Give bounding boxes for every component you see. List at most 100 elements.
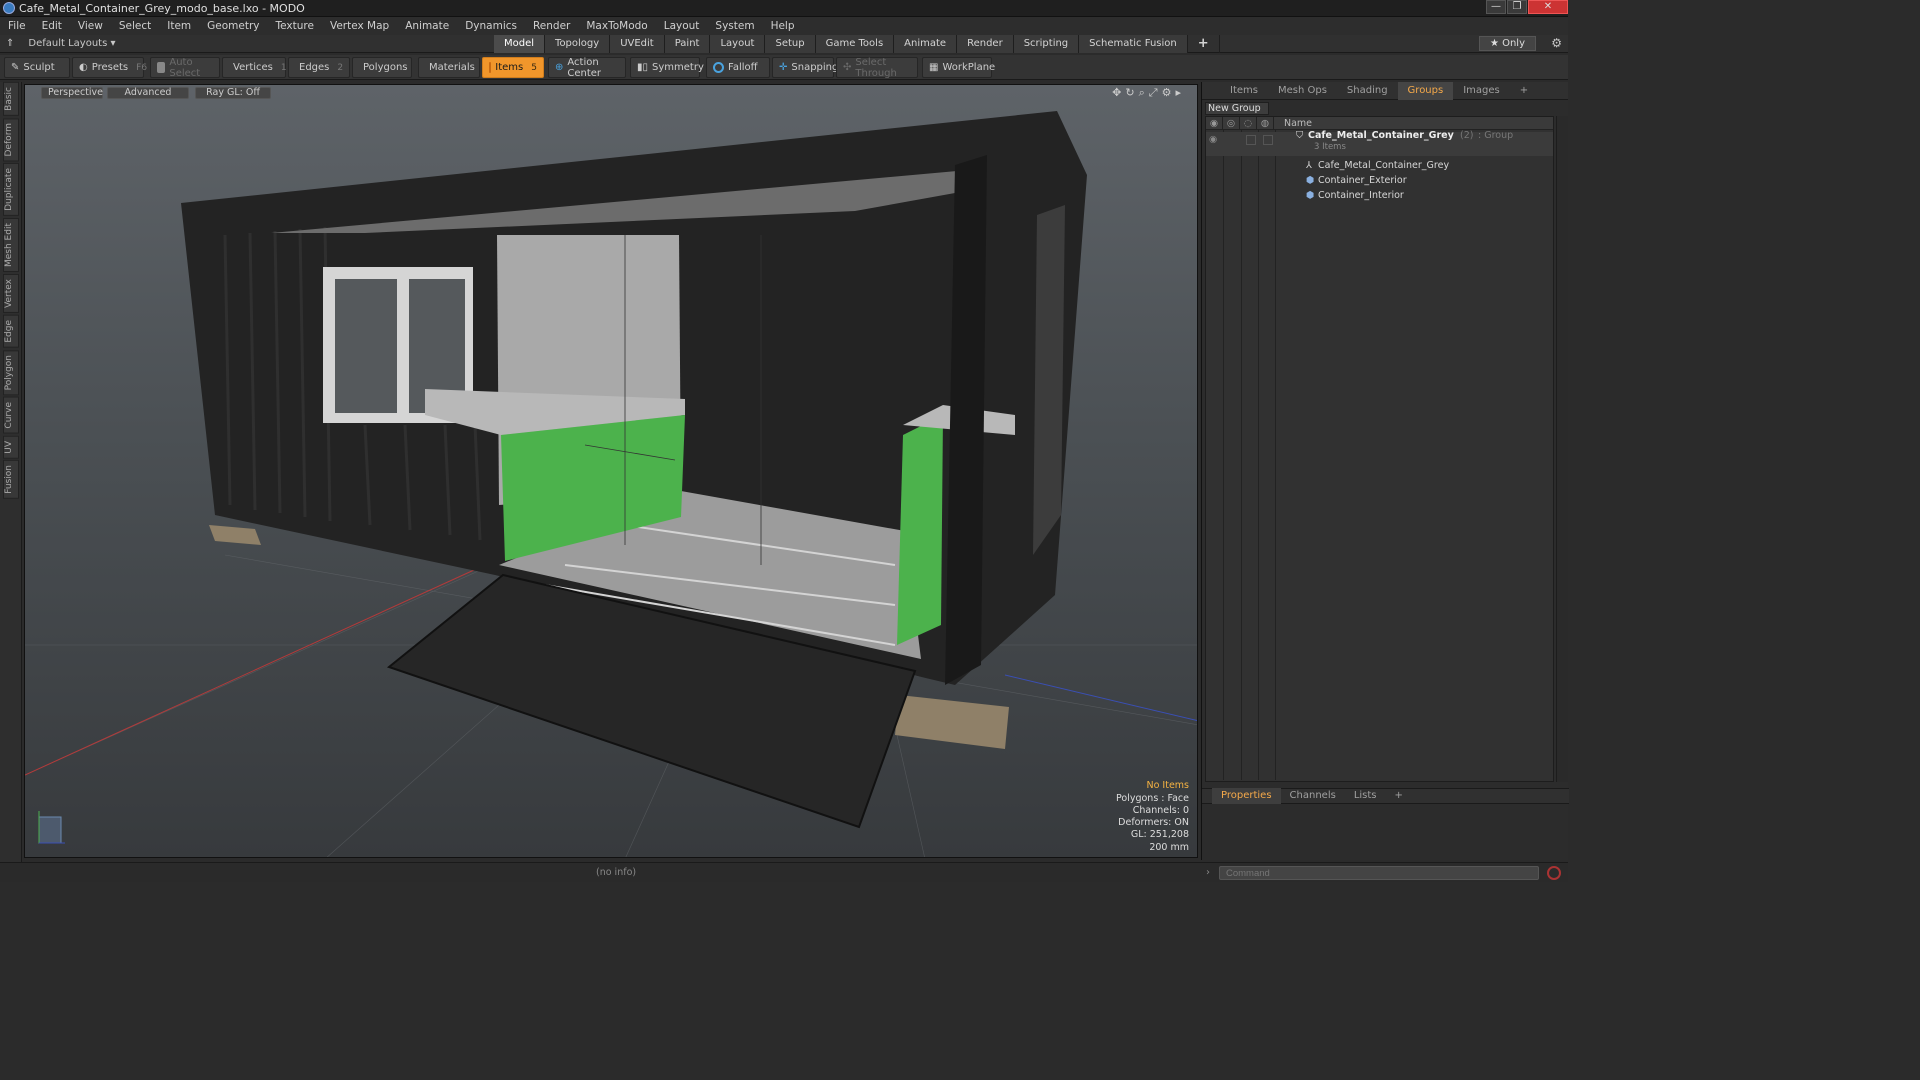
group-row[interactable]: ◉ ⛉ Cafe_Metal_Container_Grey (2) : Grou…	[1206, 130, 1553, 156]
tab-channels[interactable]: Channels	[1281, 788, 1345, 804]
groups-scrollbar[interactable]	[1556, 116, 1568, 782]
tab-schematic-fusion[interactable]: Schematic Fusion	[1079, 34, 1188, 53]
tab-render[interactable]: Render	[957, 34, 1014, 53]
tab-model[interactable]: Model	[494, 34, 546, 53]
sidetab-edge[interactable]: Edge	[2, 315, 19, 348]
name-column-header[interactable]: Name	[1274, 117, 1312, 129]
sidetab-uv[interactable]: UV	[2, 435, 19, 459]
vertices-button[interactable]: Vertices 1	[222, 57, 287, 78]
menu-help[interactable]: Help	[763, 20, 803, 32]
menu-layout[interactable]: Layout	[656, 20, 708, 32]
visibility-col-icon[interactable]: ◉	[1206, 117, 1223, 129]
group-item-row[interactable]: ⬢ Container_Interior	[1206, 188, 1553, 203]
menu-vertex-map[interactable]: Vertex Map	[322, 20, 397, 32]
select-col-icon[interactable]: ◌	[1240, 117, 1257, 129]
rotate-icon[interactable]: ↻	[1125, 86, 1134, 100]
tab-topology[interactable]: Topology	[545, 34, 611, 53]
menu-system[interactable]: System	[707, 20, 762, 32]
layout-tabs: Model Topology UVEdit Paint Layout Setup…	[494, 34, 1220, 53]
sculpt-button[interactable]: ✎ Sculpt	[4, 57, 70, 78]
polygons-button[interactable]: Polygons	[352, 57, 412, 78]
lock-col-icon[interactable]: ◎	[1223, 117, 1240, 129]
command-record-icon[interactable]	[1547, 866, 1561, 880]
menu-edit[interactable]: Edit	[34, 20, 70, 32]
tab-setup[interactable]: Setup	[765, 34, 816, 53]
sidetab-mesh-edit[interactable]: Mesh Edit	[2, 218, 19, 273]
sidetab-deform[interactable]: Deform	[2, 117, 19, 162]
sidetab-polygon[interactable]: Polygon	[2, 349, 19, 396]
zoom-icon[interactable]: ⌕	[1139, 86, 1145, 100]
gear-icon[interactable]: ⚙	[1551, 36, 1562, 50]
minimize-button[interactable]: —	[1486, 0, 1506, 14]
menu-maxtomodo[interactable]: MaxToModo	[578, 20, 655, 32]
hud-polygons: Polygons : Face	[1116, 792, 1189, 804]
sidetab-fusion[interactable]: Fusion	[2, 460, 19, 500]
group-item-row[interactable]: ⅄ Cafe_Metal_Container_Grey	[1206, 158, 1553, 173]
menu-geometry[interactable]: Geometry	[199, 20, 267, 32]
presets-button[interactable]: ◐ Presets F6	[72, 57, 147, 78]
edges-button[interactable]: Edges 2	[288, 57, 350, 78]
eye-icon[interactable]: ◉	[1209, 132, 1217, 147]
add-tab-button[interactable]: +	[1188, 34, 1220, 53]
add-properties-tab-button[interactable]: +	[1386, 788, 1412, 804]
container-model-render	[25, 111, 1197, 857]
sidetab-vertex[interactable]: Vertex	[2, 274, 19, 314]
tab-shading[interactable]: Shading	[1337, 82, 1398, 100]
sidetab-basic[interactable]: Basic	[2, 82, 19, 116]
menu-texture[interactable]: Texture	[268, 20, 322, 32]
menu-dynamics[interactable]: Dynamics	[457, 20, 525, 32]
auto-select-button[interactable]: Auto Select	[150, 57, 220, 79]
groups-list: ◉ ◎ ◌ ◍ Name ◉ ⛉ Cafe_Metal_Container_Gr…	[1205, 116, 1554, 782]
pan-icon[interactable]: ✥	[1112, 86, 1121, 100]
workplane-button[interactable]: ▦ WorkPlane	[922, 57, 995, 78]
items-button[interactable]: Items 5	[482, 57, 544, 78]
viewport-expand-icon[interactable]: ▸	[1175, 86, 1181, 100]
raygl-button[interactable]: Ray GL: Off	[195, 87, 271, 99]
layout-pin-icon[interactable]: ⇑	[6, 38, 14, 49]
menu-view[interactable]: View	[70, 20, 111, 32]
fit-icon[interactable]: ⤢	[1149, 86, 1158, 100]
tab-uvedit[interactable]: UVEdit	[610, 34, 665, 53]
close-button[interactable]: ✕	[1528, 0, 1568, 14]
group-item-row[interactable]: ⬢ Container_Exterior	[1206, 173, 1553, 188]
tab-groups[interactable]: Groups	[1397, 81, 1454, 100]
tab-paint[interactable]: Paint	[664, 34, 711, 53]
tab-animate[interactable]: Animate	[894, 34, 958, 53]
sidetab-curve[interactable]: Curve	[2, 397, 19, 434]
view-mode-button[interactable]: Perspective	[41, 87, 103, 99]
action-center-icon: ⊕	[555, 62, 564, 73]
tab-properties[interactable]: Properties	[1212, 788, 1281, 804]
tab-items[interactable]: Items	[1220, 82, 1268, 100]
sidetab-duplicate[interactable]: Duplicate	[2, 163, 19, 217]
maximize-button[interactable]: ❐	[1507, 0, 1527, 14]
tab-game-tools[interactable]: Game Tools	[815, 34, 895, 53]
menu-select[interactable]: Select	[111, 20, 159, 32]
layouts-dropdown[interactable]: Default Layouts ▾	[28, 38, 115, 49]
menu-item[interactable]: Item	[159, 20, 199, 32]
only-button[interactable]: ★ Only	[1478, 36, 1536, 51]
tab-scripting[interactable]: Scripting	[1013, 34, 1080, 53]
3d-viewport[interactable]: Perspective Advanced Ray GL: Off ✥ ↻ ⌕ ⤢…	[24, 84, 1198, 858]
add-panel-tab-button[interactable]: +	[1510, 82, 1538, 100]
viewport-settings-icon[interactable]: ⚙	[1162, 86, 1172, 100]
tab-lists[interactable]: Lists	[1345, 788, 1386, 804]
command-input[interactable]	[1219, 866, 1539, 880]
render-checkbox[interactable]	[1263, 135, 1273, 145]
falloff-button[interactable]: Falloff	[706, 57, 770, 78]
tab-mesh-ops[interactable]: Mesh Ops	[1268, 82, 1337, 100]
materials-button[interactable]: Materials	[418, 57, 480, 78]
select-through-button[interactable]: ✣ Select Through	[836, 57, 918, 79]
menu-render[interactable]: Render	[525, 20, 578, 32]
tab-images[interactable]: Images	[1453, 82, 1510, 100]
menu-animate[interactable]: Animate	[397, 20, 457, 32]
render-col-icon[interactable]: ◍	[1257, 117, 1274, 129]
menu-file[interactable]: File	[0, 20, 34, 32]
shading-mode-button[interactable]: Advanced	[107, 87, 189, 99]
action-center-button[interactable]: ⊕ Action Center	[548, 57, 626, 79]
symmetry-button[interactable]: ▮▯ Symmetry	[630, 57, 704, 78]
new-group-button[interactable]: New Group	[1205, 102, 1269, 115]
lock-checkbox[interactable]	[1246, 135, 1256, 145]
snapping-button[interactable]: ✛ Snapping	[772, 57, 838, 78]
tab-layout[interactable]: Layout	[710, 34, 766, 53]
hud-channels: Channels: 0	[1132, 804, 1189, 816]
